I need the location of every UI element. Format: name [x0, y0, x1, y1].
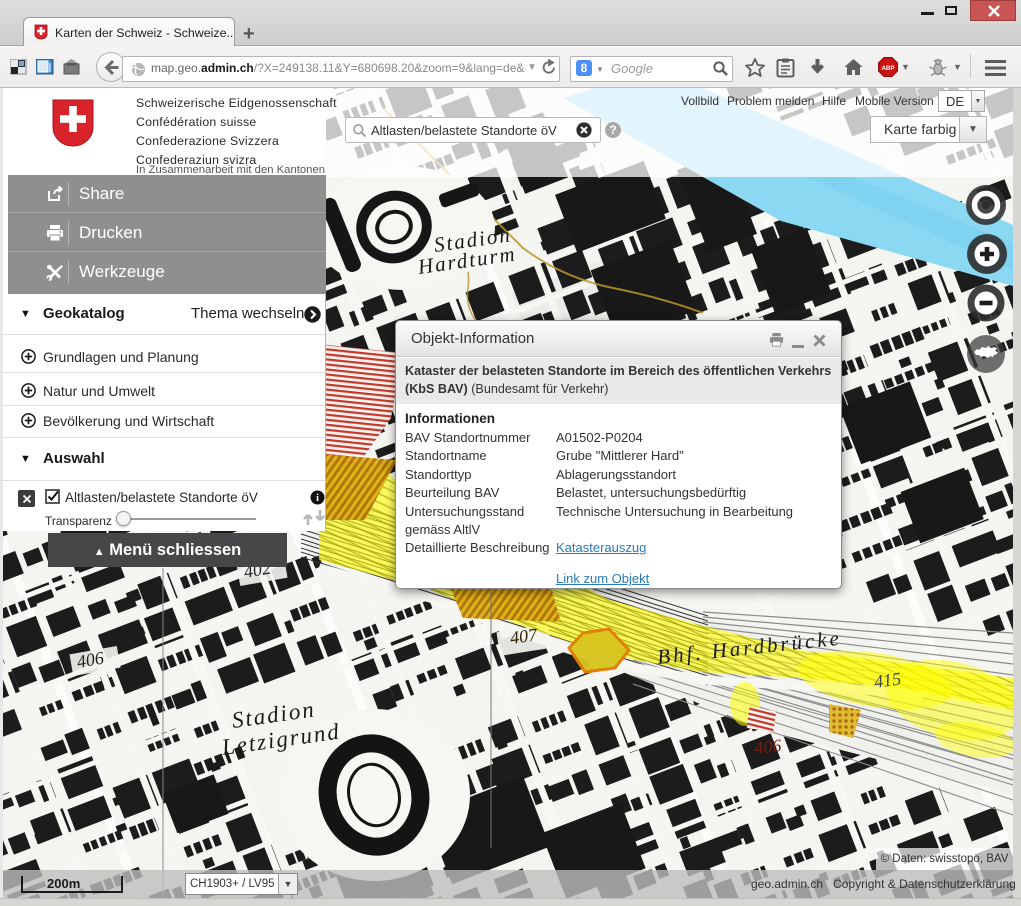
svg-text:415: 415: [873, 668, 903, 692]
svg-text:i: i: [316, 493, 319, 504]
svg-text:407: 407: [509, 624, 540, 648]
svg-text:ABP: ABP: [881, 65, 894, 72]
svg-text:406: 406: [753, 735, 782, 758]
